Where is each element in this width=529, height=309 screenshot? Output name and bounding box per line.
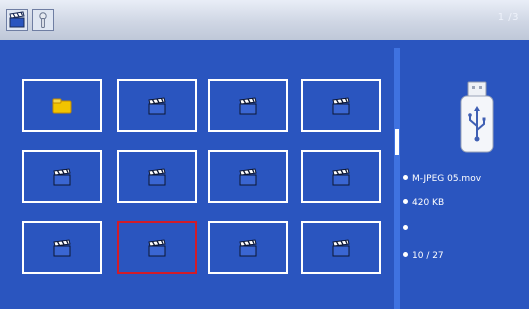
- thumbnail-video[interactable]: [22, 150, 102, 203]
- thumbnail-video-selected[interactable]: [117, 221, 197, 274]
- scrollbar-track[interactable]: [394, 48, 400, 309]
- thumbnail-video[interactable]: [301, 221, 381, 274]
- bullet-icon: [403, 199, 408, 204]
- page-indicator: 1 /3: [497, 12, 519, 23]
- thumbnail-video[interactable]: [22, 221, 102, 274]
- usb-drive-icon: [460, 81, 494, 153]
- file-size: 420 KB: [412, 198, 445, 208]
- bullet-icon: [403, 252, 408, 257]
- film-clapper-icon: [332, 96, 350, 114]
- thumbnail-video[interactable]: [208, 221, 288, 274]
- file-size-row: 420 KB: [403, 196, 444, 210]
- top-toolbar: 1 /3: [0, 0, 529, 40]
- film-clapper-icon: [239, 167, 257, 185]
- file-browser: M-JPEG 05.mov 420 KB 10 / 27: [0, 40, 529, 309]
- thumbnail-video[interactable]: [117, 150, 197, 203]
- wrench-icon: [39, 12, 47, 28]
- file-name-row: M-JPEG 05.mov: [403, 172, 481, 186]
- tool-button[interactable]: [32, 9, 54, 31]
- film-clapper-icon: [148, 238, 166, 256]
- film-clapper-icon: [148, 96, 166, 114]
- file-name: M-JPEG 05.mov: [412, 174, 482, 184]
- thumbnail-video[interactable]: [117, 79, 197, 132]
- file-info-panel: M-JPEG 05.mov 420 KB 10 / 27: [403, 40, 529, 309]
- bullet-icon: [403, 225, 408, 230]
- film-clapper-icon: [332, 238, 350, 256]
- scrollbar-thumb[interactable]: [395, 129, 399, 155]
- film-clapper-icon: [148, 167, 166, 185]
- counter-row: 10 / 27: [403, 249, 444, 263]
- film-clapper-icon: [239, 238, 257, 256]
- thumbnail-video[interactable]: [208, 150, 288, 203]
- resolution-row: [403, 222, 412, 236]
- thumbnail-video[interactable]: [208, 79, 288, 132]
- film-clapper-icon: [9, 11, 25, 28]
- file-counter: 10 / 27: [412, 251, 444, 261]
- film-clapper-icon: [332, 167, 350, 185]
- thumbnail-grid: [8, 40, 394, 309]
- thumbnail-folder[interactable]: [22, 79, 102, 132]
- thumbnail-video[interactable]: [301, 150, 381, 203]
- folder-icon: [52, 98, 72, 113]
- video-mode-button[interactable]: [6, 9, 28, 31]
- film-clapper-icon: [53, 167, 71, 185]
- thumbnail-video[interactable]: [301, 79, 381, 132]
- bullet-icon: [403, 175, 408, 180]
- film-clapper-icon: [53, 238, 71, 256]
- film-clapper-icon: [239, 96, 257, 114]
